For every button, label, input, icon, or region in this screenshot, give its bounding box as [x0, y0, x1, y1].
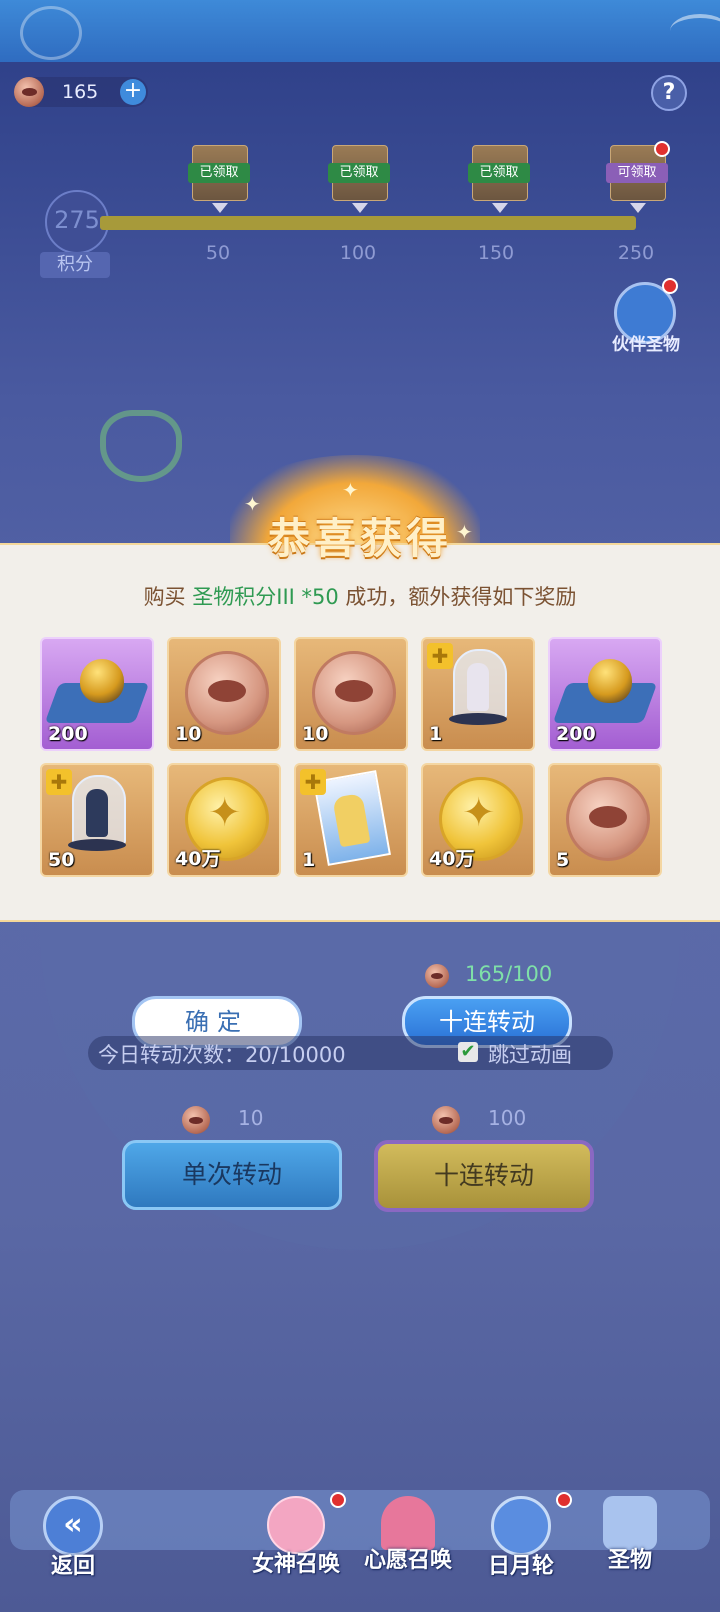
reward-item[interactable]: 10	[167, 637, 281, 751]
notification-dot	[556, 1492, 572, 1508]
nav-label: 心愿召唤	[363, 1548, 452, 1573]
wheel-icon	[491, 1496, 551, 1556]
notification-dot	[662, 278, 678, 294]
single-spin-button[interactable]: 单次转动	[122, 1140, 342, 1210]
sparkle-icon: ✦	[244, 492, 261, 516]
nav-goddess-summon[interactable]: 女神召唤	[244, 1492, 348, 1578]
nav-label: 日月轮	[487, 1554, 554, 1579]
reward-item[interactable]: ✚ 1	[294, 763, 408, 877]
plus-icon[interactable]: +	[120, 79, 146, 105]
puzzle-icon: ✚	[300, 769, 326, 795]
sparkle-icon: ✦	[342, 478, 359, 502]
reward-item[interactable]: 200	[548, 637, 662, 751]
milestone-status: 可领取	[606, 163, 668, 183]
reward-item[interactable]: 5	[548, 763, 662, 877]
partner-relic-label: 伙伴圣物	[612, 335, 680, 355]
reward-qty: 200	[556, 723, 596, 745]
score-progress-bar	[100, 216, 636, 230]
notification-dot	[654, 141, 670, 157]
wave-decoration	[670, 14, 720, 48]
milestone-pointer	[630, 203, 646, 213]
nav-wish-summon[interactable]: 心愿召唤	[356, 1496, 460, 1574]
top-banner	[0, 0, 720, 62]
skip-animation-label[interactable]: 跳过动画	[488, 1039, 572, 1069]
figure-dome-icon	[68, 775, 126, 855]
ten-spin-button[interactable]: 十连转动	[374, 1140, 594, 1212]
puzzle-icon: ✚	[427, 643, 453, 669]
reward-qty: 1	[302, 849, 316, 871]
reward-qty: 1	[429, 723, 443, 745]
reward-item[interactable]: 40万	[421, 763, 535, 877]
milestone-points: 100	[339, 242, 377, 264]
message-item: 圣物积分III *50	[192, 585, 339, 609]
milestone-status: 已领取	[328, 163, 390, 183]
reward-qty: 10	[175, 723, 202, 745]
reward-dialog: 购买 圣物积分III *50 成功，额外获得如下奖励 200 10 10 ✚ 1…	[0, 543, 720, 922]
lips-coin-icon	[182, 1106, 210, 1134]
reward-item[interactable]: 10	[294, 637, 408, 751]
milestone-pointer	[492, 203, 508, 213]
reward-qty: 5	[556, 849, 570, 871]
reward-item[interactable]: 200	[40, 637, 154, 751]
heart-arrow-icon	[20, 6, 82, 60]
reward-qty: 40万	[175, 848, 221, 870]
nav-label: 返回	[50, 1554, 95, 1579]
lips-coin-icon	[432, 1106, 460, 1134]
partner-relic-button[interactable]: 伙伴圣物	[606, 278, 686, 355]
heart-decoration	[100, 410, 182, 482]
nav-label: 女神召唤	[251, 1552, 340, 1577]
milestone-status: 已领取	[468, 163, 530, 183]
milestone-reward[interactable]: 已领取	[468, 145, 530, 213]
reward-item[interactable]: ✚ 50	[40, 763, 154, 877]
cost-value: 165/100	[465, 962, 553, 986]
milestone-points: 50	[205, 242, 231, 264]
milestone-reward[interactable]: 可领取	[606, 141, 670, 213]
single-cost-value: 10	[238, 1106, 264, 1130]
figure-dome-icon	[449, 649, 507, 729]
milestone-reward[interactable]: 已领取	[188, 145, 250, 213]
lips-coin-icon	[566, 777, 650, 861]
nav-sun-moon-wheel[interactable]: 日月轮	[476, 1492, 572, 1580]
milestone-pointer	[212, 203, 228, 213]
daily-spins-text: 今日转动次数：20/10000	[98, 1043, 346, 1067]
currency-value: 165	[62, 81, 99, 103]
reward-item[interactable]: 40万	[167, 763, 281, 877]
ten-cost-value: 100	[488, 1106, 527, 1130]
reward-message: 购买 圣物积分III *50 成功，额外获得如下奖励	[0, 581, 720, 611]
question-icon[interactable]: ?	[651, 75, 687, 111]
currency-display: 165 +	[14, 77, 148, 107]
checkbox-checked-icon[interactable]: ✔	[458, 1042, 478, 1062]
lips-coin-icon	[14, 77, 44, 107]
reward-qty: 50	[48, 849, 75, 871]
puzzle-icon: ✚	[46, 769, 72, 795]
gold-ore-icon	[552, 655, 658, 725]
message-prefix: 购买	[143, 585, 193, 609]
gold-ore-icon	[44, 655, 150, 725]
nav-relic[interactable]: 圣物	[590, 1496, 670, 1574]
score-value: 275	[54, 206, 100, 234]
reward-qty: 200	[48, 723, 88, 745]
reward-qty: 40万	[429, 848, 475, 870]
sparkle-icon: ✦	[456, 520, 473, 544]
score-label: 积分	[40, 252, 110, 278]
milestone-points: 250	[617, 242, 655, 264]
milestone-reward[interactable]: 已领取	[328, 145, 390, 213]
milestone-pointer	[352, 203, 368, 213]
nav-back[interactable]: « 返回	[38, 1496, 108, 1580]
milestone-points: 150	[477, 242, 515, 264]
daily-spins-bar: 今日转动次数：20/10000 ✔ 跳过动画	[88, 1036, 613, 1070]
milestone-status: 已领取	[188, 163, 250, 183]
reward-qty: 10	[302, 723, 329, 745]
reward-item[interactable]: ✚ 1	[421, 637, 535, 751]
notification-dot	[330, 1492, 346, 1508]
nav-label: 圣物	[607, 1548, 652, 1573]
back-arrow-icon: «	[43, 1496, 103, 1556]
message-suffix: 成功，额外获得如下奖励	[338, 585, 577, 609]
bottom-nav: « 返回 女神召唤 心愿召唤 日月轮 圣物	[0, 1486, 720, 1612]
lips-coin-icon	[425, 964, 449, 988]
